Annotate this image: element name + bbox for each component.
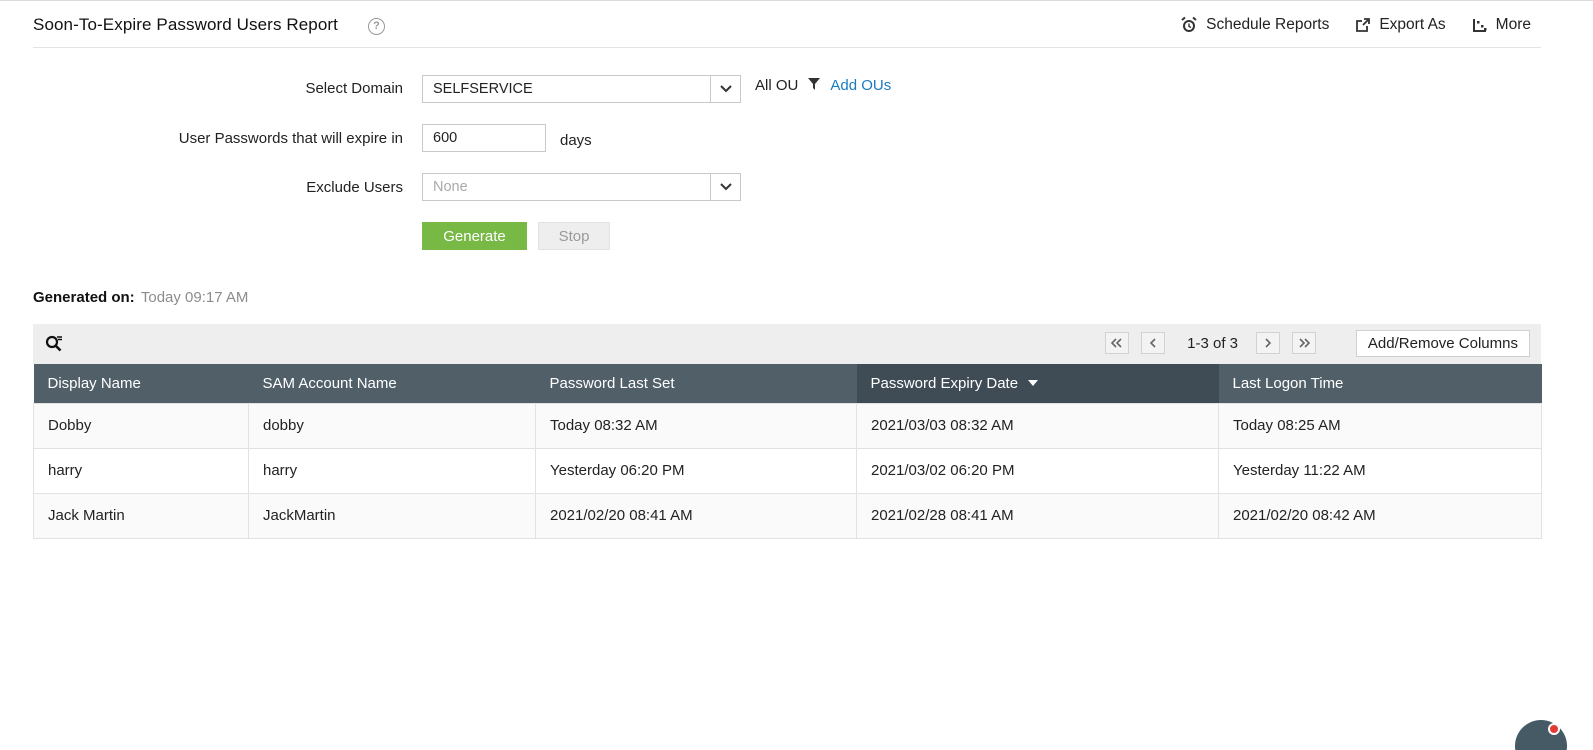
export-as-button[interactable]: Export As bbox=[1355, 16, 1446, 34]
column-header-display-name[interactable]: Display Name bbox=[33, 364, 249, 403]
prev-page-icon[interactable] bbox=[1141, 332, 1166, 354]
stop-button[interactable]: Stop bbox=[538, 222, 610, 250]
table-row[interactable]: harry harry Yesterday 06:20 PM 2021/03/0… bbox=[33, 447, 1542, 494]
more-icon bbox=[1472, 17, 1488, 33]
ou-group: All OU Add OUs bbox=[755, 77, 891, 94]
select-domain-label: Select Domain bbox=[305, 80, 403, 97]
exclude-users-select[interactable]: None bbox=[422, 173, 741, 201]
expire-days-input[interactable] bbox=[422, 124, 546, 152]
next-page-icon[interactable] bbox=[1256, 332, 1280, 354]
header-actions: Schedule Reports Export As More bbox=[1180, 16, 1531, 34]
table-toolbar: 1-3 of 3 Add/Remove Columns bbox=[33, 324, 1541, 364]
cell-sam-account-name: JackMartin bbox=[248, 492, 536, 539]
question-circle-icon[interactable]: ? bbox=[368, 18, 385, 35]
cell-last-logon-time: 2021/02/20 08:42 AM bbox=[1218, 492, 1542, 539]
domain-select[interactable]: SELFSERVICE bbox=[422, 75, 741, 103]
cell-password-expiry-date: 2021/03/02 06:20 PM bbox=[856, 447, 1219, 494]
cell-password-last-set: 2021/02/20 08:41 AM bbox=[535, 492, 857, 539]
chevron-down-icon[interactable] bbox=[710, 174, 740, 200]
report-table: Display Name SAM Account Name Password L… bbox=[33, 364, 1542, 539]
cell-password-expiry-date: 2021/02/28 08:41 AM bbox=[856, 492, 1219, 539]
sort-down-icon bbox=[1028, 379, 1039, 386]
cell-last-logon-time: Yesterday 11:22 AM bbox=[1218, 447, 1542, 494]
column-header-last-logon-time[interactable]: Last Logon Time bbox=[1218, 364, 1542, 403]
schedule-reports-button[interactable]: Schedule Reports bbox=[1180, 16, 1329, 34]
cell-display-name: Jack Martin bbox=[33, 492, 249, 539]
top-border bbox=[0, 0, 1593, 3]
more-button[interactable]: More bbox=[1472, 16, 1531, 34]
generated-on: Generated on: Today 09:17 AM bbox=[33, 289, 248, 306]
table-row[interactable]: Jack Martin JackMartin 2021/02/20 08:41 … bbox=[33, 492, 1542, 539]
schedule-reports-label: Schedule Reports bbox=[1206, 16, 1330, 33]
export-icon bbox=[1355, 17, 1371, 33]
generated-on-time: Today 09:17 AM bbox=[140, 289, 249, 306]
expire-days-label: User Passwords that will expire in bbox=[178, 130, 403, 147]
more-label: More bbox=[1495, 16, 1531, 33]
search-icon[interactable] bbox=[45, 335, 64, 357]
domain-select-value: SELFSERVICE bbox=[433, 81, 533, 97]
cell-sam-account-name: dobby bbox=[248, 402, 536, 449]
filter-icon[interactable] bbox=[808, 77, 821, 94]
chat-widget-icon[interactable] bbox=[1515, 720, 1567, 750]
column-header-password-expiry-date[interactable]: Password Expiry Date bbox=[856, 364, 1219, 403]
pagination: 1-3 of 3 bbox=[1105, 332, 1316, 354]
cell-display-name: harry bbox=[33, 447, 249, 494]
table-header-row: Display Name SAM Account Name Password L… bbox=[33, 364, 1542, 403]
generate-button[interactable]: Generate bbox=[422, 222, 527, 250]
add-remove-columns-button[interactable]: Add/Remove Columns bbox=[1355, 330, 1530, 357]
exclude-users-label: Exclude Users bbox=[306, 179, 403, 196]
column-header-label: Password Expiry Date bbox=[870, 374, 1019, 392]
column-header-sam-account-name[interactable]: SAM Account Name bbox=[248, 364, 536, 403]
page-title: Soon-To-Expire Password Users Report bbox=[33, 15, 338, 34]
table-row[interactable]: Dobby dobby Today 08:32 AM 2021/03/03 08… bbox=[33, 402, 1542, 449]
cell-sam-account-name: harry bbox=[248, 447, 536, 494]
column-header-password-last-set[interactable]: Password Last Set bbox=[535, 364, 857, 403]
exclude-users-placeholder: None bbox=[433, 179, 468, 195]
days-label: days bbox=[560, 132, 592, 149]
cell-password-expiry-date: 2021/03/03 08:32 AM bbox=[856, 402, 1219, 449]
all-ou-label: All OU bbox=[755, 77, 799, 94]
add-ous-link[interactable]: Add OUs bbox=[830, 77, 891, 94]
cell-password-last-set: Yesterday 06:20 PM bbox=[535, 447, 857, 494]
cell-last-logon-time: Today 08:25 AM bbox=[1218, 402, 1542, 449]
report-header: Soon-To-Expire Password Users Report ? S… bbox=[33, 10, 1541, 48]
cell-display-name: Dobby bbox=[33, 402, 249, 449]
last-page-icon[interactable] bbox=[1292, 332, 1316, 354]
cell-password-last-set: Today 08:32 AM bbox=[535, 402, 857, 449]
generated-on-label: Generated on: bbox=[33, 289, 135, 306]
notification-dot bbox=[1548, 723, 1560, 735]
first-page-icon[interactable] bbox=[1105, 332, 1130, 354]
chevron-down-icon[interactable] bbox=[710, 76, 740, 102]
export-as-label: Export As bbox=[1379, 16, 1446, 33]
page-info: 1-3 of 3 bbox=[1187, 334, 1238, 352]
alarm-clock-icon bbox=[1180, 16, 1198, 34]
